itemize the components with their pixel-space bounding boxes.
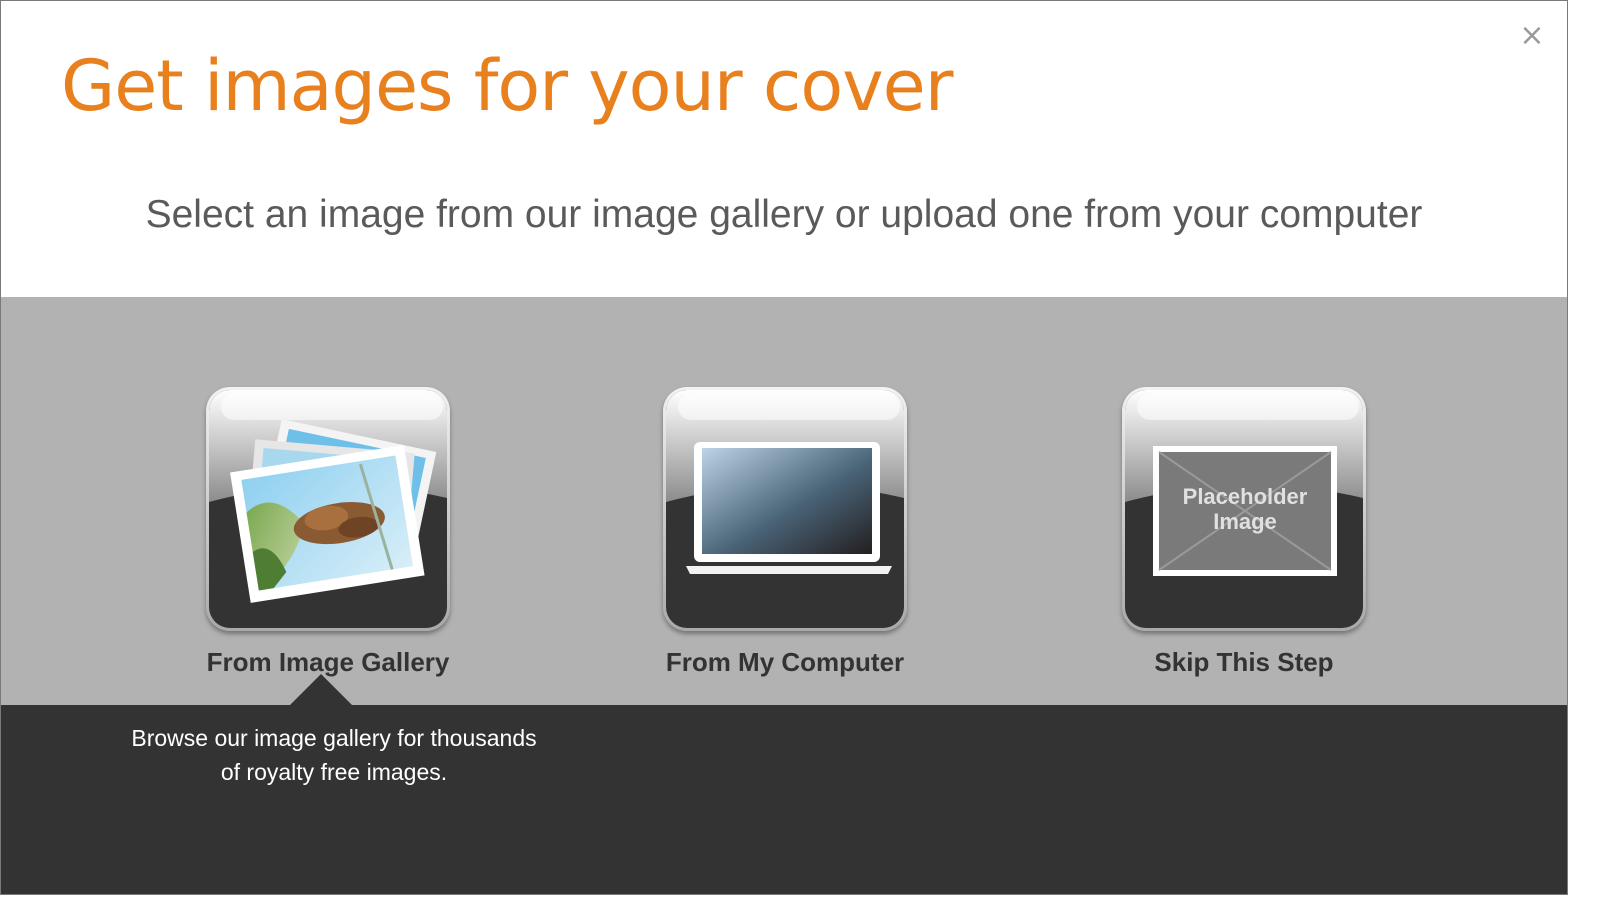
placeholder-text: Image: [1213, 509, 1277, 534]
source-options: From Image Gallery From My Computer Plac…: [1, 297, 1567, 705]
dialog-header: Get images for your cover Select an imag…: [1, 1, 1567, 297]
page-subtitle: Select an image from our image gallery o…: [145, 193, 1423, 236]
photo-stack-icon: [209, 390, 447, 603]
page-title: Get images for your cover: [61, 45, 953, 127]
description-line: of royalty free images.: [220, 759, 448, 785]
skip-this-step-option[interactable]: Placeholder Image Skip This Step: [1094, 387, 1394, 678]
placeholder-image-icon: Placeholder Image: [1125, 390, 1363, 576]
option-label: Skip This Step: [1154, 647, 1334, 677]
laptop-icon: [666, 390, 904, 574]
option-description: Browse our image gallery for thousands o…: [84, 721, 584, 789]
option-description-panel: Browse our image gallery for thousands o…: [1, 705, 1567, 894]
computer-tile[interactable]: [663, 387, 907, 631]
gallery-tile[interactable]: [206, 387, 450, 631]
selection-pointer: [289, 674, 353, 706]
placeholder-text: Placeholder: [1183, 484, 1308, 509]
skip-tile[interactable]: Placeholder Image: [1122, 387, 1366, 631]
option-label: From My Computer: [665, 647, 905, 677]
description-line: Browse our image gallery for thousands: [131, 725, 537, 751]
from-image-gallery-option[interactable]: From Image Gallery: [178, 387, 478, 678]
from-my-computer-option[interactable]: From My Computer: [635, 387, 935, 678]
cover-image-dialog: × Get images for your cover Select an im…: [0, 0, 1568, 895]
